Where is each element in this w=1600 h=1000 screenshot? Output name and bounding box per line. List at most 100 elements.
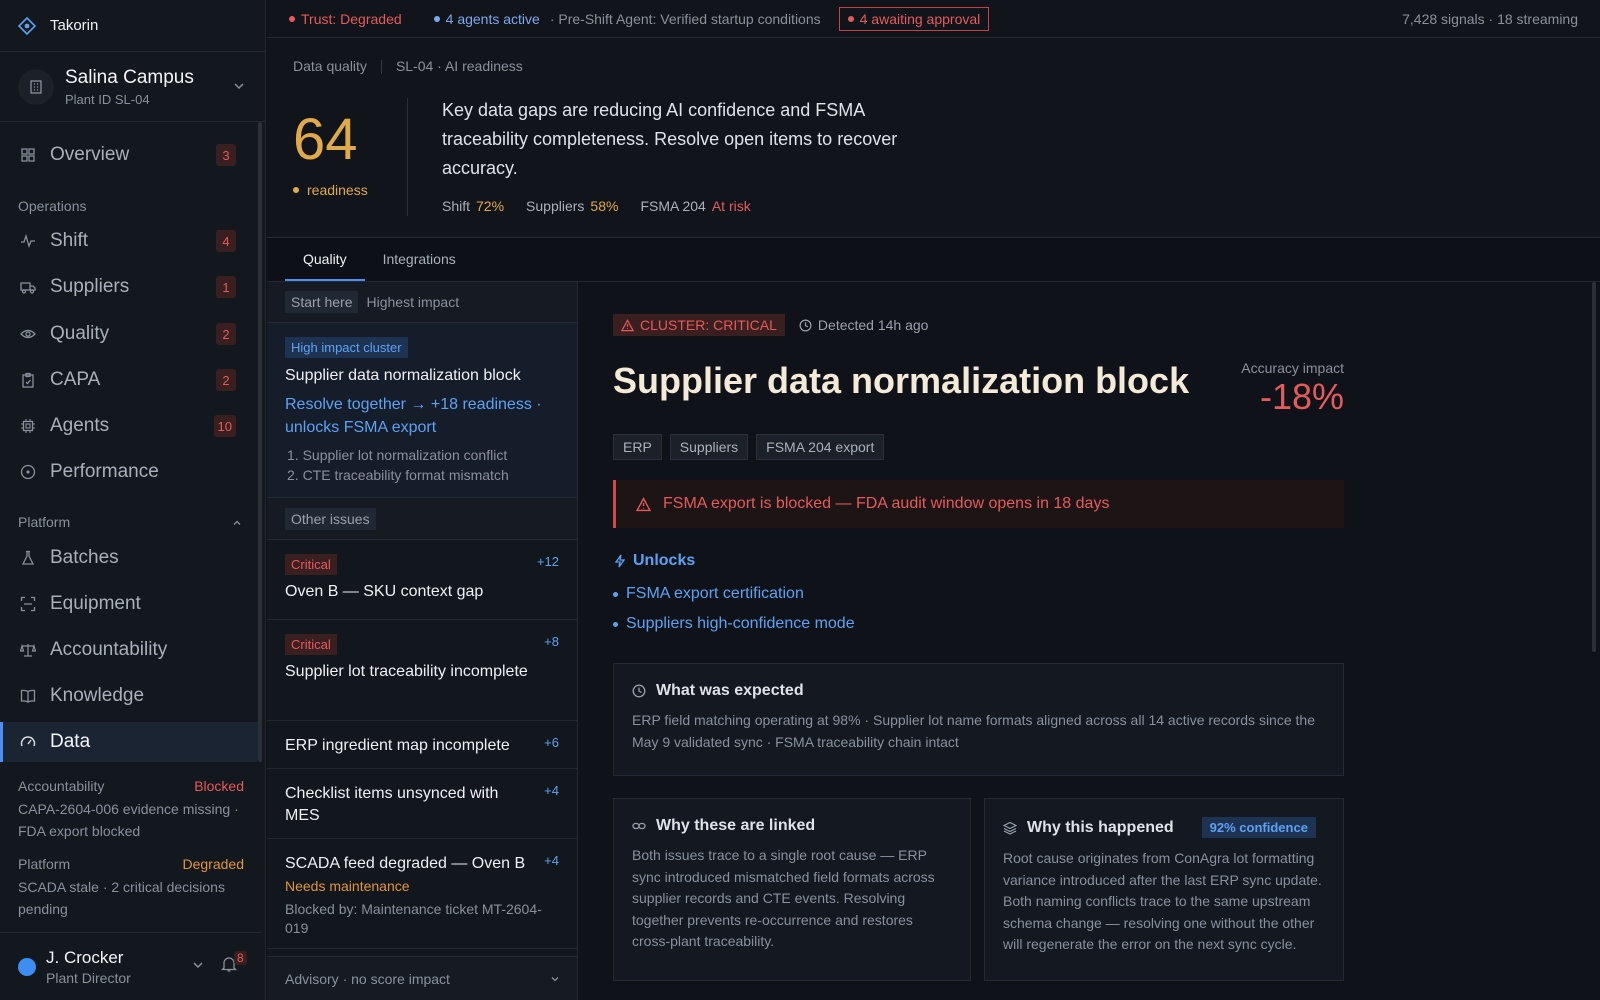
detail-title: Supplier data normalization block <box>613 360 1190 401</box>
issue-item[interactable]: SCADA feed degraded — Oven B Needs maint… <box>267 839 577 949</box>
metric-value: 72% <box>476 198 505 214</box>
clock-icon <box>799 319 812 332</box>
unlock-item[interactable]: Suppliers high-confidence mode <box>613 615 855 633</box>
detail-scrollbar[interactable] <box>1592 282 1596 652</box>
sidebar-item-label: Accountability <box>50 639 168 660</box>
issue-item[interactable]: Critical Oven B — SKU context gap +12 <box>267 540 577 620</box>
other-issues-header: Other issues <box>267 498 577 540</box>
critical-tag: Critical <box>285 554 337 575</box>
plant-switcher[interactable]: Salina Campus Plant ID SL-04 <box>0 52 265 122</box>
chevron-up-icon[interactable] <box>232 518 242 528</box>
nav-badge: 4 <box>216 230 236 252</box>
approval-label: 4 awaiting approval <box>859 10 981 27</box>
status-dot <box>433 15 440 22</box>
cluster-items: 1. Supplier lot normalization conflict 2… <box>285 445 559 485</box>
cluster-critical-label: CLUSTER: CRITICAL <box>640 317 777 333</box>
sidebar-item-label: Equipment <box>50 593 141 614</box>
cluster-card[interactable]: High impact cluster Supplier data normal… <box>267 323 577 498</box>
card-title: Why these are linked <box>656 817 816 834</box>
notification-count: 8 <box>234 951 247 965</box>
expected-card: What was expected ERP field matching ope… <box>613 663 1344 776</box>
metric-value: 58% <box>590 198 619 214</box>
breadcrumb-item: SL-04 · AI readiness <box>395 58 523 74</box>
tag[interactable]: Suppliers <box>669 434 749 460</box>
sidebar-item-label: Knowledge <box>50 685 145 706</box>
book-icon <box>20 688 36 704</box>
nav-badge: 2 <box>216 323 236 345</box>
sidebar-scrollbar[interactable] <box>258 122 262 762</box>
status-label: Platform <box>18 856 71 872</box>
issue-title: Oven B — SKU context gap <box>285 583 484 600</box>
metric-label: Shift <box>442 198 471 214</box>
sidebar-item-performance[interactable]: Performance <box>0 452 258 492</box>
approval-button[interactable]: 4 awaiting approval <box>838 6 990 31</box>
accuracy-impact-value: -18% <box>1259 376 1344 417</box>
alert-text: FSMA export is blocked — FDA audit windo… <box>663 495 1110 512</box>
sidebar-item-data[interactable]: Data <box>0 722 258 762</box>
system-status: Accountability Blocked CAPA-2604-006 evi… <box>0 762 262 934</box>
advisory-toggle[interactable]: Advisory · no score impact <box>267 956 577 1000</box>
nav-badge: 10 <box>213 415 236 437</box>
divider <box>407 98 408 216</box>
unlocks-title: Unlocks <box>633 552 696 569</box>
sidebar-item-agents[interactable]: Agents 10 <box>0 406 258 446</box>
sidebar-item-label: Shift <box>50 230 89 251</box>
tag[interactable]: ERP <box>613 434 662 460</box>
sidebar: Takorin Salina Campus Plant ID SL-04 Ove… <box>0 0 266 1000</box>
issue-title: SCADA feed degraded — Oven B <box>285 855 526 872</box>
sidebar-item-capa[interactable]: CAPA 2 <box>0 360 258 400</box>
issue-title: ERP ingredient map incomplete <box>285 737 510 754</box>
bullet <box>613 591 618 597</box>
trust-status[interactable]: Trust: Degraded <box>289 11 402 27</box>
sidebar-item-label: Agents <box>50 415 110 436</box>
section-platform: Platform <box>18 514 71 530</box>
metric-label: Suppliers <box>526 198 585 214</box>
issue-item[interactable]: Checklist items unsynced with MES +4 <box>267 769 577 839</box>
sidebar-item-batches[interactable]: Batches <box>0 538 258 578</box>
tab-quality[interactable]: Quality <box>285 239 365 281</box>
brand[interactable]: Takorin <box>0 0 265 52</box>
status-platform: Platform Degraded SCADA stale · 2 critic… <box>18 856 244 920</box>
sidebar-item-label: Performance <box>50 461 159 482</box>
sidebar-item-shift[interactable]: Shift 4 <box>0 221 258 261</box>
resolve-together-link[interactable]: Resolve together → +18 readiness · unloc… <box>285 393 559 439</box>
user-role: Plant Director <box>46 969 131 986</box>
warning-icon <box>621 318 634 332</box>
status-accountability: Accountability Blocked CAPA-2604-006 evi… <box>18 778 244 842</box>
issue-item[interactable]: ERP ingredient map incomplete +6 <box>267 721 577 769</box>
issue-score: +12 <box>536 554 559 569</box>
user-menu[interactable]: J. Crocker Plant Director 8 <box>0 932 262 1000</box>
detected-time: Detected 14h ago <box>799 317 928 333</box>
sidebar-item-overview[interactable]: Overview 3 <box>0 135 258 175</box>
metric-shift: Shift 72% <box>442 198 504 214</box>
sidebar-item-accountability[interactable]: Accountability <box>0 630 258 670</box>
sidebar-item-suppliers[interactable]: Suppliers 1 <box>0 267 258 307</box>
unlock-item[interactable]: FSMA export certification <box>613 585 804 603</box>
issue-list: Start here Highest impact High impact cl… <box>267 282 578 1000</box>
clock-icon <box>632 684 646 698</box>
breadcrumb-item[interactable]: Data quality <box>293 58 367 74</box>
issue-item[interactable]: Critical Supplier lot traceability incom… <box>267 620 577 721</box>
card-body: Root cause originates from ConAgra lot f… <box>1003 850 1322 952</box>
layers-icon <box>1003 821 1017 835</box>
unlock-label: Suppliers high-confidence mode <box>626 615 855 632</box>
tab-integrations[interactable]: Integrations <box>365 239 474 281</box>
sidebar-item-knowledge[interactable]: Knowledge <box>0 676 258 716</box>
sidebar-item-label: Batches <box>50 547 119 568</box>
sidebar-item-equipment[interactable]: Equipment <box>0 584 258 624</box>
nav-badge: 2 <box>216 369 236 391</box>
status-dot <box>289 15 295 22</box>
card-header: Why these are linked <box>632 817 952 835</box>
sidebar-item-quality[interactable]: Quality 2 <box>0 314 258 354</box>
flask-icon <box>20 550 36 566</box>
chevron-down-icon[interactable] <box>192 959 204 971</box>
agents-status[interactable]: 4 agents active <box>433 11 540 27</box>
tag[interactable]: FSMA 204 export <box>756 434 885 460</box>
list-header: Start here Highest impact <box>267 282 577 323</box>
sidebar-item-label: Data <box>50 731 91 752</box>
chevron-down-icon[interactable] <box>233 80 245 92</box>
system-tags: ERP Suppliers FSMA 204 export <box>613 434 885 460</box>
card-header: What was expected <box>632 682 1325 700</box>
issue-score: +4 <box>544 853 559 868</box>
advisory-label: Advisory · no score impact <box>285 970 450 987</box>
